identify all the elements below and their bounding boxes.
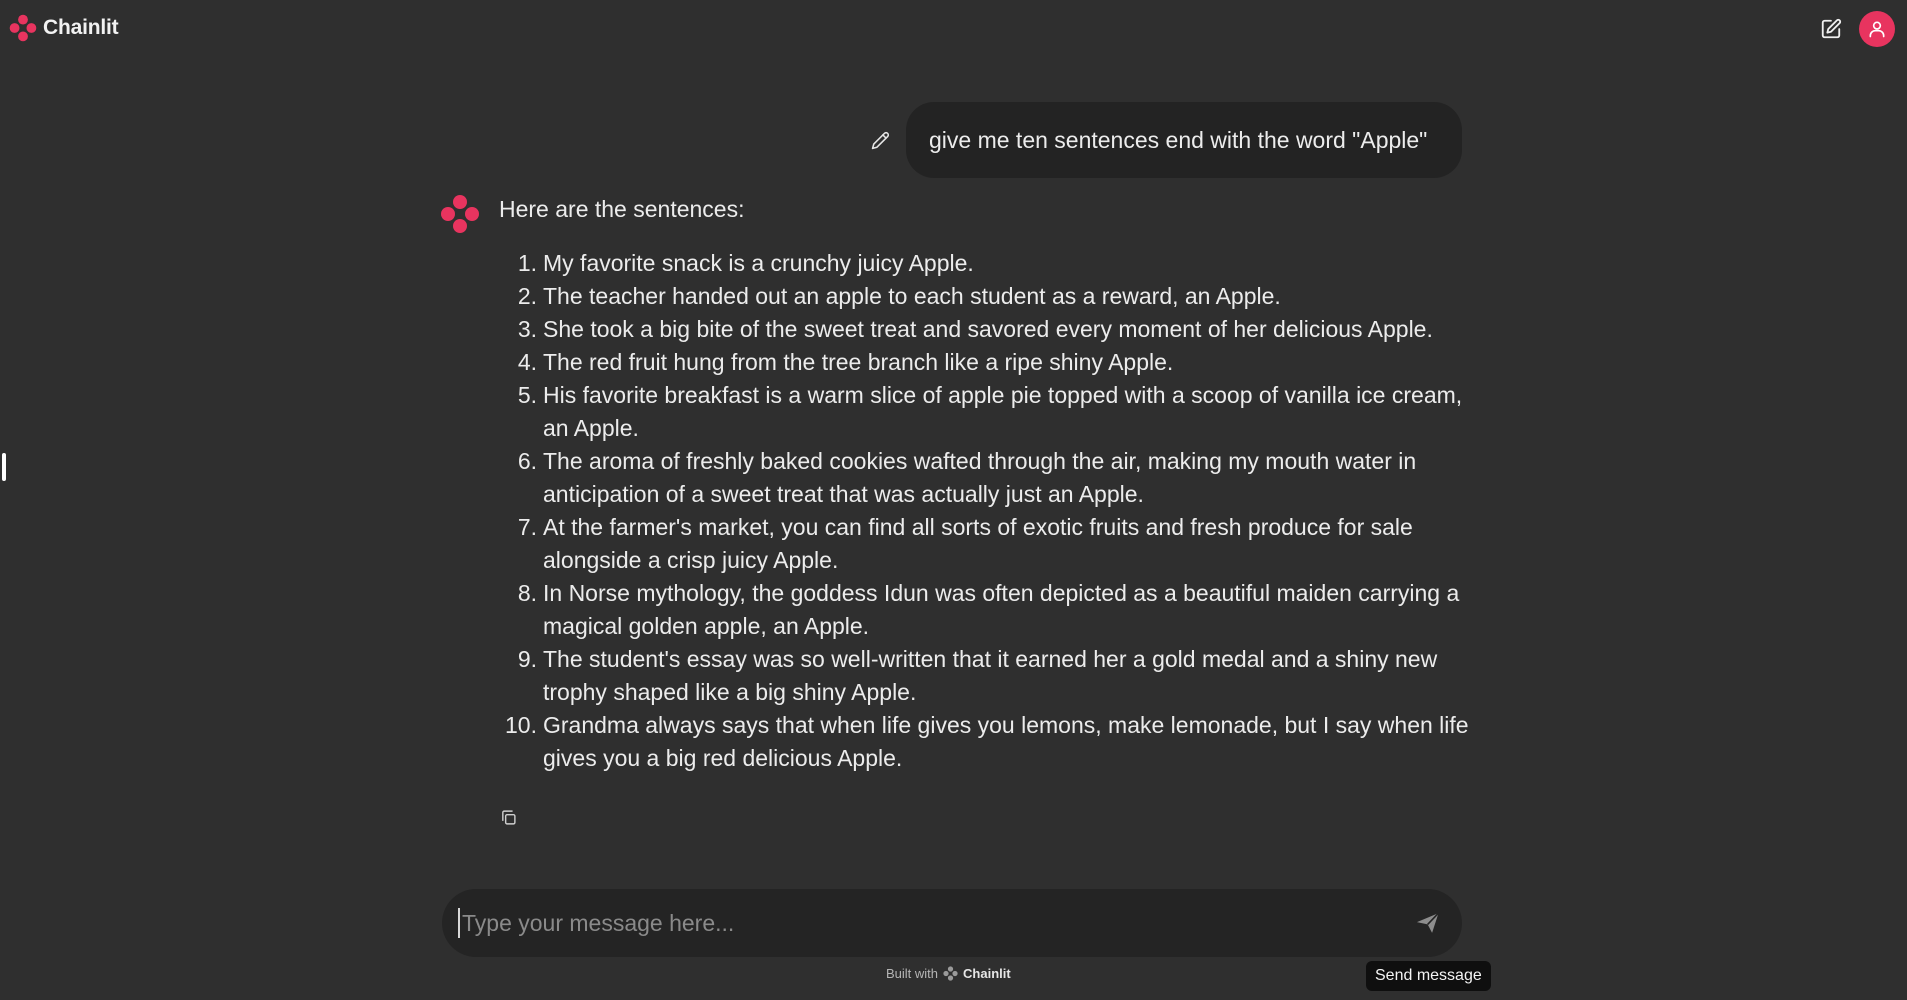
list-item-text: The red fruit hung from the tree branch …: [543, 349, 1174, 375]
list-item: 4. The red fruit hung from the tree branc…: [499, 346, 1469, 379]
list-item: 2. The teacher handed out an apple to eac…: [499, 280, 1469, 313]
list-item-number: 1.: [517, 250, 537, 276]
list-item: 10. Grandma always says that when life gi…: [499, 709, 1469, 775]
list-item: 9. The student's essay was so well-writte…: [499, 643, 1469, 709]
list-item-number: 5.: [517, 382, 537, 408]
built-with-footer[interactable]: Built with Chainlit: [886, 966, 1011, 981]
assistant-intro-text: Here are the sentences:: [499, 196, 745, 222]
send-icon: [1416, 912, 1440, 933]
list-item-number: 7.: [517, 514, 537, 540]
list-item: 3. She took a big bite of the sweet treat…: [499, 313, 1469, 346]
user-avatar-button[interactable]: [1859, 11, 1895, 47]
chainlit-avatar-icon: [441, 195, 479, 233]
user-message-bubble: give me ten sentences end with the word …: [906, 102, 1462, 178]
list-item-number: 4.: [517, 349, 537, 375]
user-icon: [1869, 21, 1885, 38]
list-item: 7. At the farmer's market, you can find a…: [499, 511, 1469, 577]
list-item-text: In Norse mythology, the goddess Idun was…: [543, 580, 1460, 639]
sidebar-drag-handle[interactable]: [2, 453, 6, 481]
list-item-number: 6.: [517, 448, 537, 474]
list-item-number: 10.: [505, 712, 537, 738]
list-item-text: My favorite snack is a crunchy juicy App…: [543, 250, 974, 276]
new-chat-button[interactable]: [1818, 16, 1844, 42]
list-item-number: 2.: [517, 283, 537, 309]
copy-message-button[interactable]: [498, 807, 518, 827]
app-logo-text: Chainlit: [43, 16, 119, 39]
list-item-text: At the farmer's market, you can find all…: [543, 514, 1413, 573]
list-item-number: 9.: [517, 646, 537, 672]
assistant-message: Here are the sentences: 1. My favorite sn…: [499, 193, 1469, 775]
list-item-text: She took a big bite of the sweet treat a…: [543, 316, 1433, 342]
message-input[interactable]: [458, 908, 1398, 938]
edit-square-icon: [1821, 18, 1842, 39]
list-item-number: 3.: [517, 316, 537, 342]
pencil-icon: [871, 131, 889, 149]
list-item-text: The teacher handed out an apple to each …: [543, 283, 1281, 309]
list-item: 6. The aroma of freshly baked cookies waf…: [499, 445, 1469, 511]
assistant-avatar: [440, 194, 480, 234]
list-item-text: The student's essay was so well-written …: [543, 646, 1438, 705]
list-item-number: 8.: [517, 580, 537, 606]
built-with-label: Built with: [886, 966, 939, 981]
list-item: 5. His favorite breakfast is a warm slice…: [499, 379, 1469, 445]
built-with-brand: Chainlit: [963, 966, 1011, 981]
list-item: 8. In Norse mythology, the goddess Idun w…: [499, 577, 1469, 643]
list-item-text: The aroma of freshly baked cookies wafte…: [543, 448, 1417, 507]
send-button[interactable]: [1412, 907, 1444, 939]
message-composer: [442, 889, 1462, 957]
list-item-text: His favorite breakfast is a warm slice o…: [543, 382, 1463, 441]
sentence-list: 1. My favorite snack is a crunchy juicy A…: [499, 247, 1469, 775]
chainlit-logo-icon: [9, 14, 37, 42]
edit-message-button[interactable]: [868, 128, 892, 152]
chainlit-small-logo-icon: [943, 966, 958, 981]
top-bar: Chainlit: [0, 0, 1907, 58]
list-item: 1. My favorite snack is a crunchy juicy A…: [499, 247, 1469, 280]
send-message-tooltip: Send message: [1366, 961, 1491, 991]
app-logo[interactable]: Chainlit: [9, 14, 119, 42]
copy-icon: [501, 809, 516, 825]
list-item-text: Grandma always says that when life gives…: [543, 712, 1469, 771]
